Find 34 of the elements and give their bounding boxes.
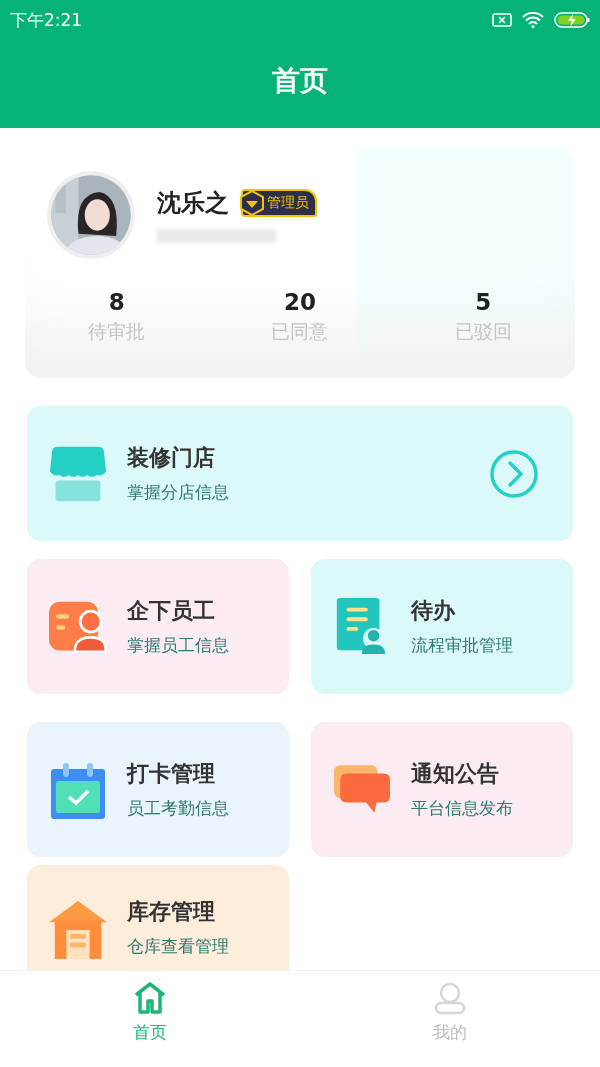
card-title: 装修门店 <box>127 444 216 472</box>
card-title: 企下员工 <box>127 597 216 625</box>
user-icon <box>433 980 467 1015</box>
menu-card[interactable]: 打卡管理 员工考勤信息 <box>27 722 289 857</box>
status-time: 下午2:21 <box>10 8 83 32</box>
card-subtitle: 掌握分店信息 <box>127 481 229 504</box>
menu-card[interactable]: 通知公告 平台信息发布 <box>311 722 573 857</box>
stat-value: 5 <box>475 289 492 315</box>
card-title: 通知公告 <box>411 760 500 788</box>
menu-card[interactable]: 装修门店 掌握分店信息 <box>27 406 573 541</box>
card-subtitle: 流程审批管理 <box>411 634 513 657</box>
home-icon <box>133 980 167 1015</box>
storefront-icon <box>49 444 107 503</box>
chevron-right-icon <box>489 448 539 499</box>
card-title: 待办 <box>411 597 456 625</box>
card-title: 打卡管理 <box>127 760 216 788</box>
stat-value: 20 <box>284 289 316 315</box>
card-subtitle: 仓库查看管理 <box>127 935 229 958</box>
page-title: 首页 <box>272 63 328 99</box>
card-subtitle: 掌握员工信息 <box>127 634 229 657</box>
warehouse-icon <box>49 901 107 959</box>
card-subtitle: 平台信息发布 <box>411 797 513 820</box>
calendar-check-icon <box>49 760 107 819</box>
menu-card[interactable]: 待办 流程审批管理 <box>311 559 573 694</box>
user-name: 沈乐之 <box>157 188 229 219</box>
card-title: 库存管理 <box>127 898 216 926</box>
card-subtitle: 员工考勤信息 <box>127 797 229 820</box>
menu-card[interactable]: 库存管理 仓库查看管理 <box>27 865 289 970</box>
battery-icon <box>554 11 590 29</box>
stat-value: 8 <box>108 289 125 315</box>
sim-icon <box>492 12 512 28</box>
wifi-icon <box>522 12 544 28</box>
role-label: 管理员 <box>267 194 309 212</box>
menu-card[interactable]: 企下员工 掌握员工信息 <box>27 559 289 694</box>
